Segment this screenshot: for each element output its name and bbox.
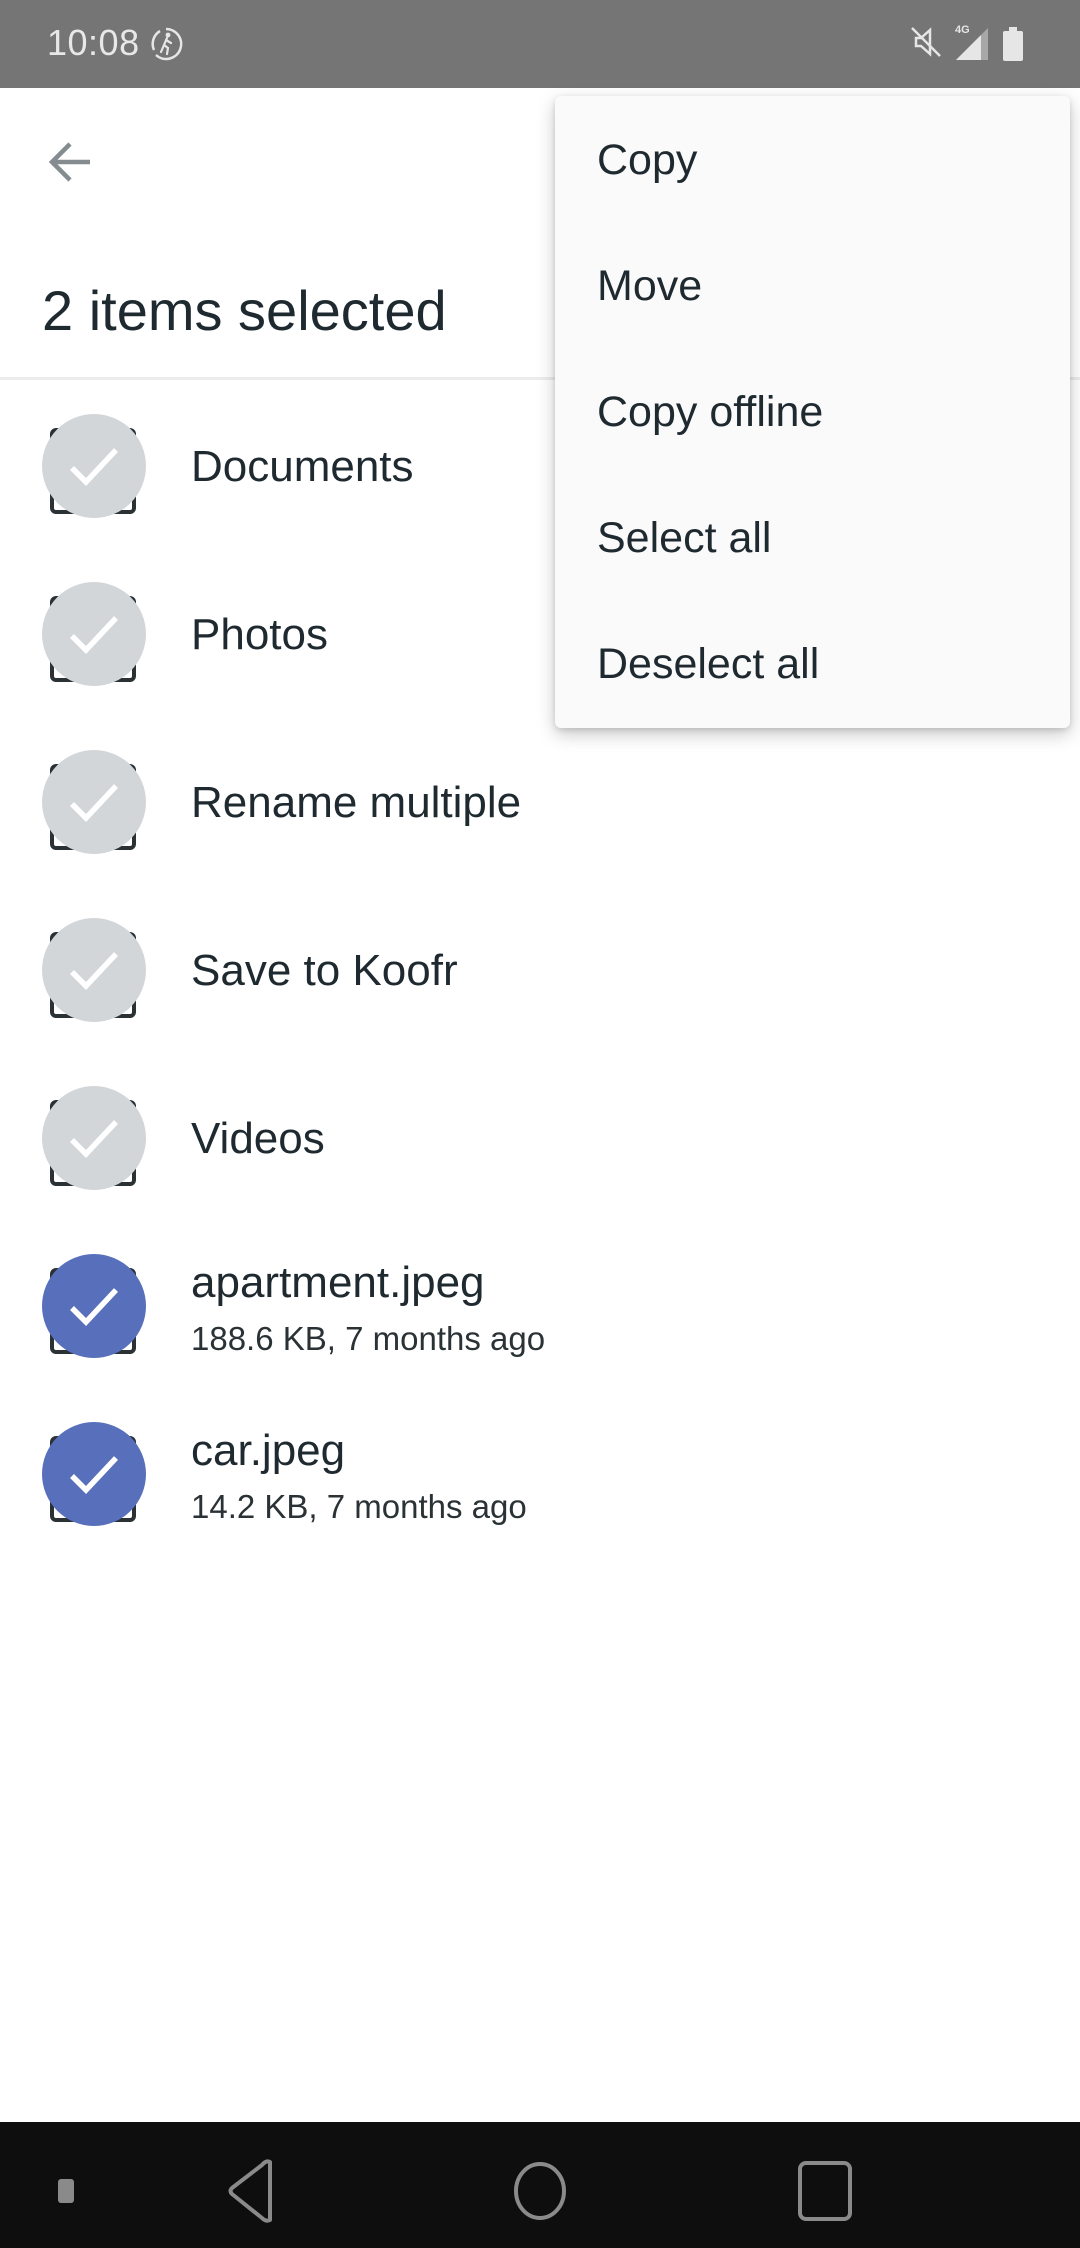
menu-item-copy-offline[interactable]: Copy offline	[555, 348, 1070, 474]
selected-check-badge[interactable]	[42, 1254, 146, 1358]
status-bar: 10:08 4G	[0, 0, 1080, 88]
checkmark-icon	[70, 1288, 119, 1326]
nav-back-button[interactable]	[220, 2158, 290, 2224]
item-name: car.jpeg	[191, 1426, 346, 1475]
item-meta: 188.6 KB, 7 months ago	[191, 1320, 546, 1357]
list-item[interactable]: Save to Koofr	[0, 884, 1080, 1052]
nav-indicator-dot	[58, 2179, 74, 2203]
status-time: 10:08	[47, 22, 140, 63]
item-name: apartment.jpeg	[191, 1258, 485, 1307]
menu-item-label: Copy	[597, 136, 698, 184]
unselected-check-badge[interactable]	[42, 1086, 146, 1190]
item-name: Save to Koofr	[191, 946, 458, 995]
unselected-check-badge[interactable]	[42, 918, 146, 1022]
mute-icon	[911, 27, 941, 57]
menu-item-move[interactable]: Move	[555, 222, 1070, 348]
menu-item-label: Copy offline	[597, 388, 824, 436]
unselected-check-badge[interactable]	[42, 582, 146, 686]
item-meta: 14.2 KB, 7 months ago	[191, 1488, 527, 1525]
item-name: Videos	[191, 1114, 325, 1163]
nav-home-button[interactable]	[510, 2158, 570, 2224]
signal-4g-icon: 4G	[955, 24, 988, 60]
list-item[interactable]: Rename multiple	[0, 716, 1080, 884]
item-name: Photos	[191, 610, 328, 659]
menu-item-deselect-all[interactable]: Deselect all	[555, 600, 1070, 726]
list-item[interactable]: apartment.jpeg 188.6 KB, 7 months ago	[0, 1220, 1080, 1388]
checkmark-icon	[70, 448, 119, 486]
back-button[interactable]	[40, 130, 104, 194]
overflow-menu: Copy Move Copy offline Select all Deselect a…	[555, 96, 1070, 728]
nav-recents-button[interactable]	[796, 2158, 854, 2224]
list-item[interactable]: Videos	[0, 1052, 1080, 1220]
checkmark-icon	[70, 784, 119, 822]
unselected-check-badge[interactable]	[42, 414, 146, 518]
menu-item-label: Deselect all	[597, 640, 820, 688]
menu-item-select-all[interactable]: Select all	[555, 474, 1070, 600]
item-name: Rename multiple	[191, 778, 522, 827]
page-title: 2 items selected	[42, 279, 447, 342]
selected-check-badge[interactable]	[42, 1422, 146, 1526]
item-name: Documents	[191, 442, 414, 491]
menu-item-copy[interactable]: Copy	[555, 96, 1070, 222]
battery-icon	[1003, 27, 1023, 61]
arrow-back-icon	[48, 142, 90, 182]
menu-item-label: Select all	[597, 514, 772, 562]
checkmark-icon	[70, 952, 119, 990]
list-item[interactable]: car.jpeg 14.2 KB, 7 months ago	[0, 1388, 1080, 1556]
checkmark-icon	[70, 1120, 119, 1158]
running-activity-icon	[151, 27, 183, 61]
navigation-bar	[0, 2122, 1080, 2248]
menu-item-label: Move	[597, 262, 703, 310]
checkmark-icon	[70, 1456, 119, 1494]
network-type-label: 4G	[955, 24, 970, 36]
checkmark-icon	[70, 616, 119, 654]
unselected-check-badge[interactable]	[42, 750, 146, 854]
